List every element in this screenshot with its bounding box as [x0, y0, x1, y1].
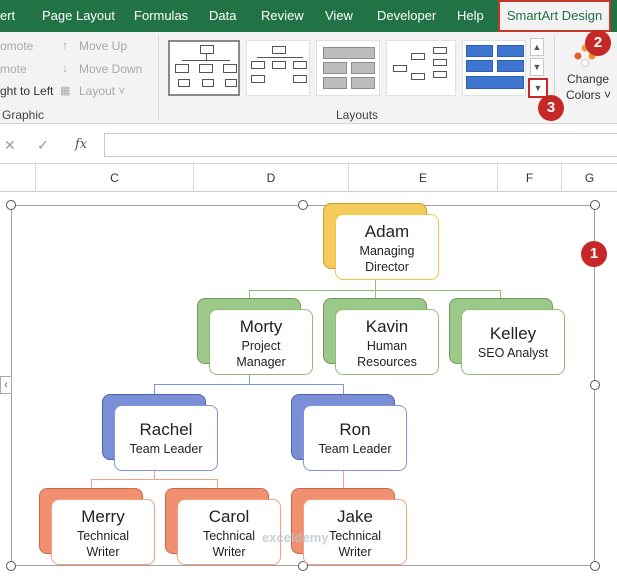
connector-line	[154, 384, 155, 394]
formula-input[interactable]	[104, 133, 617, 157]
node-title: Team Leader	[318, 442, 392, 456]
step-badge-2: 2	[585, 30, 611, 56]
node-title: Team Leader	[129, 442, 203, 456]
tab-data[interactable]: Data	[209, 0, 236, 32]
right-to-left-button[interactable]: ght to Left	[0, 84, 53, 98]
insert-function-icon[interactable]: fx	[75, 137, 87, 152]
connector-line	[217, 479, 218, 488]
column-header-f[interactable]: F	[498, 164, 562, 192]
connector-line	[91, 479, 217, 480]
enter-check-icon[interactable]: ✓	[37, 137, 49, 154]
node-name: Adam	[364, 222, 410, 241]
node-title: Writer	[212, 545, 246, 559]
resize-handle[interactable]	[6, 200, 16, 210]
column-header-d[interactable]: D	[194, 164, 349, 192]
connector-line	[249, 290, 250, 298]
layout-thumb-blue-list[interactable]	[462, 40, 526, 96]
tab-view[interactable]: View	[325, 0, 353, 32]
layout-icon: ▦	[60, 85, 71, 97]
tab-formulas[interactable]: Formulas	[134, 0, 188, 32]
step-badge-3: 3	[538, 95, 564, 121]
node-name: Ron	[339, 420, 371, 439]
resize-handle[interactable]	[6, 561, 16, 571]
change-colors-label-1[interactable]: Change	[567, 72, 609, 86]
tab-developer[interactable]: Developer	[377, 0, 436, 32]
tab-insert[interactable]: ert	[0, 0, 15, 32]
ribbon-tab-bar: ert Page Layout Formulas Data Review Vie…	[0, 0, 617, 32]
node-name: Kelley	[489, 324, 537, 343]
node-title: Technical	[76, 529, 130, 543]
connector-line	[91, 479, 92, 488]
org-node-morty[interactable]: Morty Project Manager	[209, 309, 313, 375]
layout-thumb-hierarchy[interactable]	[316, 40, 380, 96]
layout-thumb-name-title[interactable]	[246, 40, 310, 96]
cancel-icon[interactable]: ✕	[4, 137, 16, 154]
change-colors-label-2[interactable]: Colors ˅	[566, 88, 611, 102]
resize-handle[interactable]	[590, 561, 600, 571]
node-name: Morty	[239, 317, 283, 336]
node-title: Director	[365, 260, 409, 274]
node-title: Writer	[86, 545, 120, 559]
node-title: Project	[241, 339, 281, 353]
node-name: Jake	[337, 507, 373, 526]
step-badge-1: 1	[581, 241, 607, 267]
node-title: Managing	[359, 244, 415, 258]
demote-button[interactable]: mote	[0, 62, 27, 76]
create-graphic-group-label: Graphic	[2, 108, 45, 122]
connector-line	[154, 384, 344, 385]
column-headers: C D E F G	[0, 164, 617, 192]
node-title: SEO Analyst	[477, 346, 549, 360]
text-pane-toggle[interactable]: ‹	[0, 376, 12, 394]
layout-dropdown[interactable]: Layout ˅	[79, 84, 125, 98]
layout-thumb-org-chart[interactable]	[168, 40, 240, 96]
org-node-adam[interactable]: Adam Managing Director	[335, 214, 439, 280]
connector-line	[343, 470, 344, 488]
watermark-logo: exceldemy	[262, 530, 329, 545]
org-node-merry[interactable]: Merry Technical Writer	[51, 499, 155, 565]
org-node-ron[interactable]: Ron Team Leader	[303, 405, 407, 471]
tab-page-layout[interactable]: Page Layout	[42, 0, 115, 32]
tab-smartart-design[interactable]: SmartArt Design	[498, 0, 611, 32]
formula-bar: ✕ ✓ fx	[0, 124, 617, 164]
promote-button[interactable]: omote	[0, 39, 33, 53]
node-title: Writer	[338, 545, 372, 559]
connector-line	[500, 290, 501, 298]
gallery-scroll-down[interactable]: ▼	[530, 58, 544, 76]
ribbon-body: omote mote ght to Left ↑ Move Up ↓ Move …	[0, 32, 617, 124]
org-node-kavin[interactable]: Kavin Human Resources	[335, 309, 439, 375]
node-name: Merry	[81, 507, 125, 526]
node-title: Human	[366, 339, 408, 353]
connector-line	[375, 290, 376, 298]
resize-handle[interactable]	[590, 200, 600, 210]
tab-help[interactable]: Help	[457, 0, 484, 32]
layouts-group-label: Layouts	[336, 108, 379, 122]
column-header-e[interactable]: E	[349, 164, 498, 192]
tab-review[interactable]: Review	[261, 0, 304, 32]
connector-line	[249, 375, 250, 384]
node-name: Rachel	[139, 420, 193, 439]
node-name: Kavin	[365, 317, 409, 336]
node-title: Resources	[357, 355, 417, 369]
layout-thumb-horizontal[interactable]	[386, 40, 456, 96]
node-title: Manager	[236, 355, 286, 369]
org-node-kelley[interactable]: Kelley SEO Analyst	[461, 309, 565, 375]
column-header-c[interactable]: C	[36, 164, 194, 192]
resize-handle[interactable]	[590, 380, 600, 390]
org-node-rachel[interactable]: Rachel Team Leader	[114, 405, 218, 471]
connector-line	[375, 279, 376, 290]
group-divider	[158, 36, 159, 120]
column-header-g[interactable]: G	[562, 164, 617, 192]
column-header-b[interactable]	[0, 164, 36, 192]
move-up-button[interactable]: Move Up	[79, 39, 127, 53]
node-name: Carol	[208, 507, 250, 526]
connector-line	[154, 470, 155, 479]
connector-line	[343, 384, 344, 394]
move-down-button[interactable]: Move Down	[79, 62, 142, 76]
resize-handle[interactable]	[298, 200, 308, 210]
arrow-up-icon: ↑	[62, 38, 68, 52]
arrow-down-icon: ↓	[62, 61, 68, 75]
gallery-scroll-up[interactable]: ▲	[530, 38, 544, 56]
